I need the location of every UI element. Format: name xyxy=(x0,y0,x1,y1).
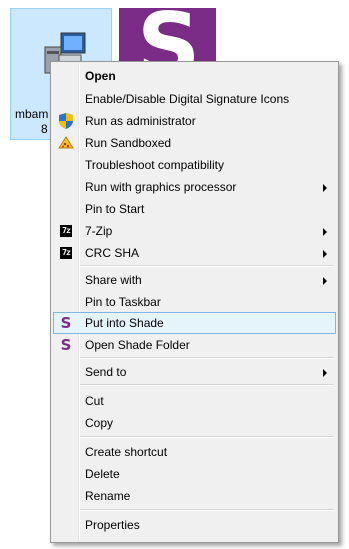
shade-icon: S xyxy=(60,336,72,354)
menu-item-label: Run as administrator xyxy=(85,114,196,128)
submenu-arrow-icon xyxy=(323,369,327,377)
context-menu: Open Enable/Disable Digital Signature Ic… xyxy=(50,61,339,543)
menu-item-put-into-shade[interactable]: S Put into Shade xyxy=(53,312,336,334)
menu-item-label: Enable/Disable Digital Signature Icons xyxy=(85,92,290,106)
menu-item-label: Pin to Start xyxy=(85,202,145,216)
menu-separator xyxy=(80,436,334,438)
menu-item-cut[interactable]: Cut xyxy=(53,390,336,412)
menu-item-label: Copy xyxy=(85,416,114,430)
sandbox-icon xyxy=(58,135,74,151)
menu-item-send-to[interactable]: Send to xyxy=(53,361,336,383)
menu-item-share-with[interactable]: Share with xyxy=(53,269,336,291)
menu-item-label: Send to xyxy=(85,365,127,379)
menu-item-label: Create shortcut xyxy=(85,445,168,459)
menu-item-label: Open Shade Folder xyxy=(85,338,190,352)
menu-separator xyxy=(80,384,334,386)
menu-item-label: 7-Zip xyxy=(85,224,113,238)
menu-item-label: Open xyxy=(85,69,116,83)
shade-icon: S xyxy=(60,314,72,332)
menu-item-crc-sha[interactable]: 7z CRC SHA xyxy=(53,242,336,264)
menu-item-7zip[interactable]: 7z 7-Zip xyxy=(53,220,336,242)
uac-shield-icon xyxy=(58,113,74,129)
menu-separator xyxy=(80,357,334,359)
menu-item-run-sandboxed[interactable]: Run Sandboxed xyxy=(53,132,336,154)
menu-item-label: Cut xyxy=(85,394,104,408)
menu-item-label: Pin to Taskbar xyxy=(85,295,161,309)
menu-item-label: Troubleshoot compatibility xyxy=(85,158,224,172)
menu-separator xyxy=(80,265,334,267)
menu-item-label: Put into Shade xyxy=(85,316,164,330)
menu-item-label: Delete xyxy=(85,467,120,481)
submenu-arrow-icon xyxy=(323,250,327,258)
menu-item-open-shade-folder[interactable]: S Open Shade Folder xyxy=(53,334,336,356)
menu-item-digital-signature[interactable]: Enable/Disable Digital Signature Icons xyxy=(53,88,336,110)
menu-item-label: Rename xyxy=(85,489,131,503)
menu-separator xyxy=(80,509,334,511)
menu-item-run-as-admin[interactable]: Run as administrator xyxy=(53,110,336,132)
submenu-arrow-icon xyxy=(323,228,327,236)
menu-item-label: Properties xyxy=(85,518,140,532)
menu-item-open[interactable]: Open xyxy=(53,65,336,87)
menu-item-pin-to-start[interactable]: Pin to Start xyxy=(53,198,336,220)
7zip-icon: 7z xyxy=(58,223,74,239)
submenu-arrow-icon xyxy=(323,277,327,285)
menu-item-label: Share with xyxy=(85,273,142,287)
menu-item-rename[interactable]: Rename xyxy=(53,485,336,507)
menu-item-properties[interactable]: Properties xyxy=(53,514,336,536)
menu-item-graphics-processor[interactable]: Run with graphics processor xyxy=(53,176,336,198)
menu-item-create-shortcut[interactable]: Create shortcut xyxy=(53,441,336,463)
menu-item-troubleshoot[interactable]: Troubleshoot compatibility xyxy=(53,154,336,176)
menu-item-pin-to-taskbar[interactable]: Pin to Taskbar xyxy=(53,291,336,313)
7zip-icon: 7z xyxy=(58,245,74,261)
submenu-arrow-icon xyxy=(323,184,327,192)
menu-item-label: CRC SHA xyxy=(85,246,140,260)
menu-item-copy[interactable]: Copy xyxy=(53,412,336,434)
menu-item-delete[interactable]: Delete xyxy=(53,463,336,485)
menu-item-label: Run Sandboxed xyxy=(85,136,172,150)
file-name-suffix: 8 xyxy=(41,122,48,136)
menu-item-label: Run with graphics processor xyxy=(85,180,237,194)
